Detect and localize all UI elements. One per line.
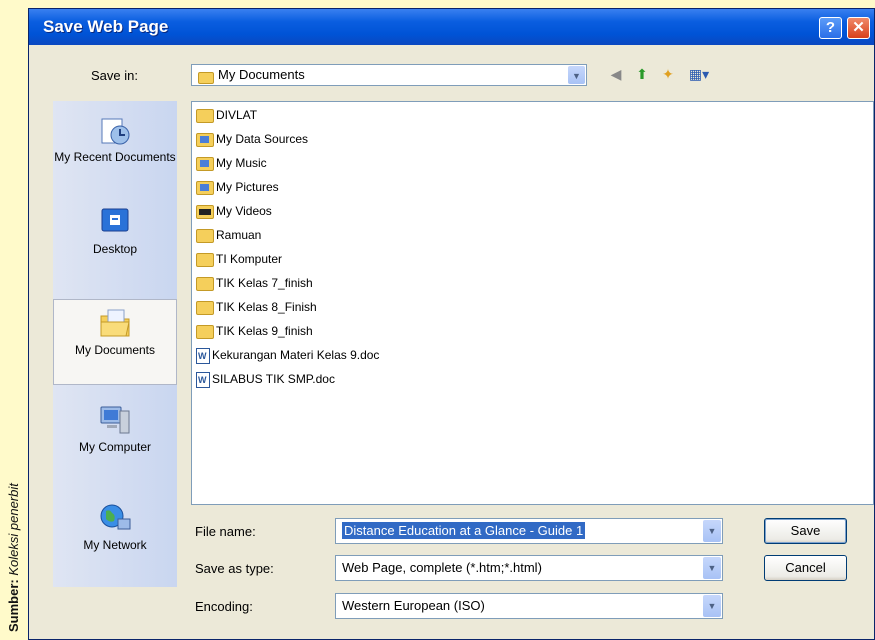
up-folder-icon[interactable]: ⬆ xyxy=(633,65,651,83)
encoding-value: Western European (ISO) xyxy=(342,598,485,613)
window-title: Save Web Page xyxy=(43,17,169,36)
file-item[interactable]: My Pictures xyxy=(196,176,279,198)
file-item[interactable]: Ramuan xyxy=(196,224,261,246)
save-in-dropdown[interactable]: My Documents ▼ xyxy=(191,64,587,86)
folder-icon xyxy=(196,324,214,339)
file-item[interactable]: TIK Kelas 7_finish xyxy=(196,272,313,294)
network-icon xyxy=(100,504,131,530)
save-as-type-dropdown[interactable]: Web Page, complete (*.htm;*.html) ▼ xyxy=(335,555,723,581)
file-item[interactable]: My Music xyxy=(196,152,267,174)
credit-source: Koleksi penerbit xyxy=(6,483,21,576)
file-name: TIK Kelas 9_finish xyxy=(216,324,313,338)
save-as-type-value: Web Page, complete (*.htm;*.html) xyxy=(342,560,542,575)
file-name-input[interactable]: Distance Education at a Glance - Guide 1… xyxy=(335,518,723,544)
help-button[interactable]: ? xyxy=(819,17,842,39)
encoding-dropdown[interactable]: Western European (ISO) ▼ xyxy=(335,593,723,619)
file-item[interactable]: SILABUS TIK SMP.doc xyxy=(196,368,335,390)
file-item[interactable]: TI Komputer xyxy=(196,248,282,270)
save-in-value: My Documents xyxy=(218,67,305,82)
place-my-network[interactable]: My Network xyxy=(53,495,177,581)
place-my-computer[interactable]: My Computer xyxy=(53,397,177,483)
place-label: My Documents xyxy=(74,343,156,357)
credit-label: Sumber: xyxy=(6,579,21,632)
save-web-page-dialog: Save Web Page ? ✕ Save in: My Documents … xyxy=(28,8,875,640)
desktop-icon xyxy=(101,208,129,232)
file-name: TI Komputer xyxy=(216,252,283,266)
folder-icon xyxy=(196,276,214,291)
file-list[interactable]: DIVLAT My Data Sources My Music My Pictu… xyxy=(191,101,874,505)
data-sources-folder-icon xyxy=(196,132,214,147)
folder-icon xyxy=(198,71,214,84)
folder-icon xyxy=(196,300,214,315)
new-folder-icon[interactable]: ✦ xyxy=(659,65,677,83)
file-name: Kekurangan Materi Kelas 9.doc xyxy=(212,348,380,362)
place-my-recent-documents[interactable]: My Recent Documents xyxy=(53,107,177,193)
save-in-label: Save in: xyxy=(91,68,138,83)
encoding-label: Encoding: xyxy=(195,599,253,614)
file-item[interactable]: TIK Kelas 9_finish xyxy=(196,320,313,342)
close-button[interactable]: ✕ xyxy=(847,17,870,39)
place-label: My Network xyxy=(83,538,147,552)
place-label: Desktop xyxy=(92,242,138,256)
place-desktop[interactable]: Desktop xyxy=(53,199,177,285)
image-credit: Sumber: Koleksi penerbit xyxy=(0,0,26,640)
place-my-documents[interactable]: My Documents xyxy=(53,299,177,385)
videos-folder-icon xyxy=(196,204,214,219)
file-name-label: File name: xyxy=(195,524,256,539)
back-icon[interactable]: ◀ xyxy=(607,65,625,83)
file-name: My Data Sources xyxy=(216,132,309,146)
folder-icon xyxy=(196,228,214,243)
title-bar[interactable]: Save Web Page ? ✕ xyxy=(29,9,874,45)
save-as-type-label: Save as type: xyxy=(195,561,274,576)
file-item[interactable]: Kekurangan Materi Kelas 9.doc xyxy=(196,344,379,366)
views-menu-icon[interactable]: ▦▾ xyxy=(685,65,713,83)
chevron-down-icon[interactable]: ▼ xyxy=(703,595,721,617)
my-documents-icon xyxy=(100,309,130,337)
file-name: My Videos xyxy=(216,204,272,218)
word-document-icon xyxy=(196,347,210,364)
computer-icon xyxy=(100,406,130,434)
file-name: SILABUS TIK SMP.doc xyxy=(212,372,335,386)
file-item[interactable]: My Videos xyxy=(196,200,272,222)
folder-icon xyxy=(196,108,214,123)
place-label: My Recent Documents xyxy=(54,150,176,164)
chevron-down-icon[interactable]: ▼ xyxy=(568,66,585,84)
file-item[interactable]: My Data Sources xyxy=(196,128,308,150)
cancel-button[interactable]: Cancel xyxy=(764,555,847,581)
word-document-icon xyxy=(196,371,210,388)
chevron-down-icon[interactable]: ▼ xyxy=(703,557,721,579)
file-name: My Music xyxy=(216,156,267,170)
file-item[interactable]: TIK Kelas 8_Finish xyxy=(196,296,317,318)
folder-icon xyxy=(196,252,214,267)
save-button[interactable]: Save xyxy=(764,518,847,544)
file-item[interactable]: DIVLAT xyxy=(196,104,257,126)
file-name-value: Distance Education at a Glance - Guide 1 xyxy=(342,522,586,539)
file-name: My Pictures xyxy=(216,180,279,194)
recent-documents-icon xyxy=(101,118,130,145)
file-name: Ramuan xyxy=(216,228,262,242)
chevron-down-icon[interactable]: ▼ xyxy=(703,520,721,542)
place-label: My Computer xyxy=(78,440,152,454)
places-bar: My Recent Documents Desktop My Documents xyxy=(53,101,177,587)
file-name: TIK Kelas 7_finish xyxy=(216,276,313,290)
pictures-folder-icon xyxy=(196,180,214,195)
file-name: TIK Kelas 8_Finish xyxy=(216,300,317,314)
file-name: DIVLAT xyxy=(216,108,258,122)
music-folder-icon xyxy=(196,156,214,171)
